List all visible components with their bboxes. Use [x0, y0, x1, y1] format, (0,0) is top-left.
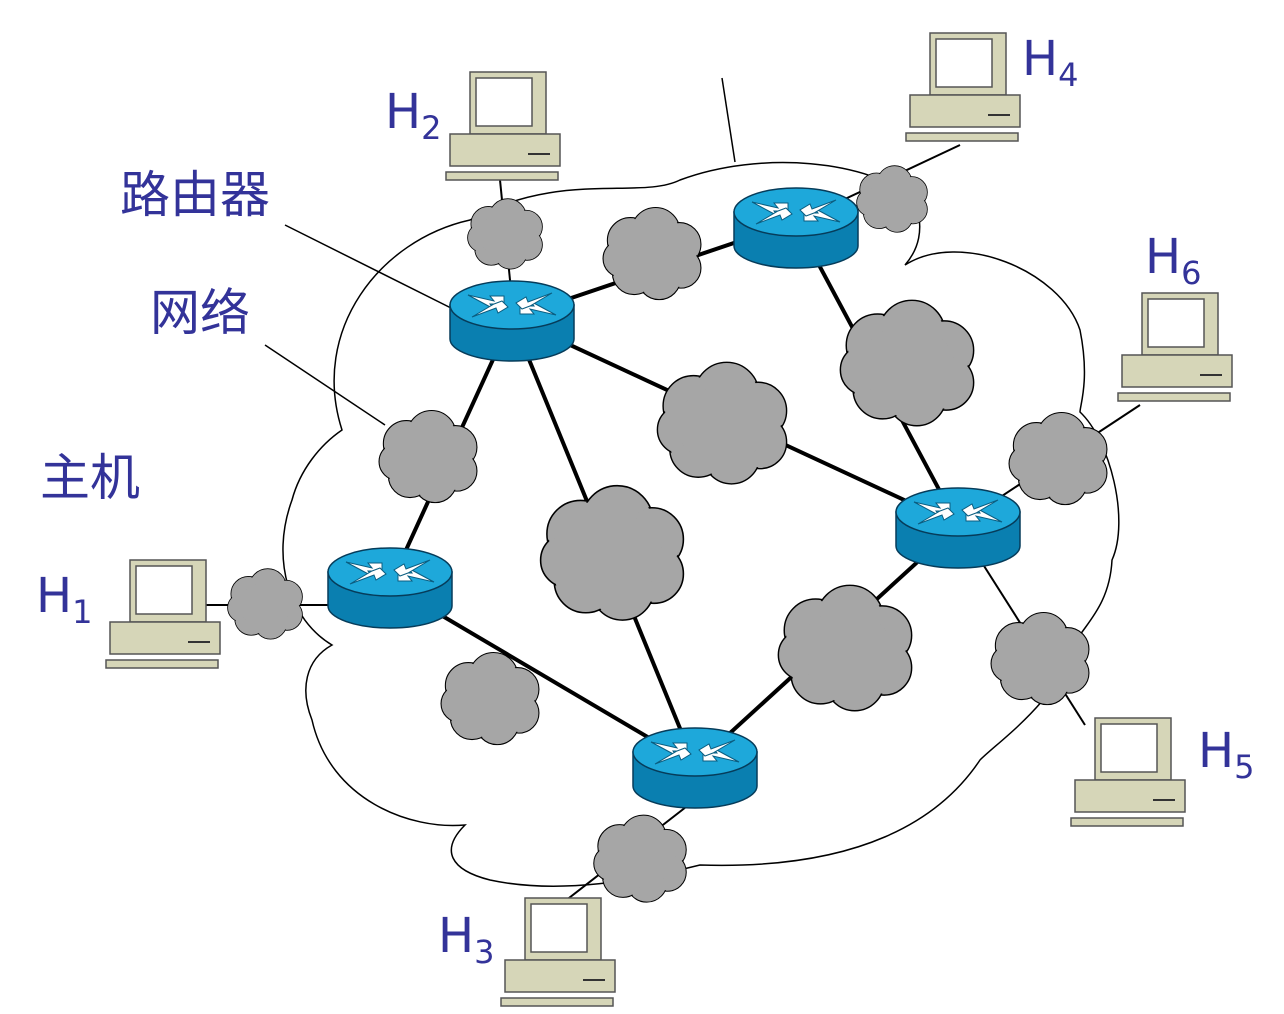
top-leader-line	[721, 77, 736, 163]
router-icon-4	[895, 487, 1021, 569]
desktop-computer-icon-h3	[500, 897, 616, 1007]
host-label-h1: H1	[36, 568, 93, 632]
network-cloud-13	[593, 814, 687, 903]
network-label: 网络	[150, 284, 250, 342]
network-cloud-11	[990, 611, 1090, 706]
network-cloud-1	[467, 198, 543, 270]
router-label: 路由器	[120, 166, 270, 224]
desktop-computer-icon-h4	[905, 32, 1021, 142]
network-cloud-10	[777, 584, 913, 712]
network-diagram	[105, 32, 1233, 1007]
host-label: 主机	[40, 449, 140, 507]
host-label-h6: H6	[1145, 229, 1202, 293]
network-cloud-8	[227, 568, 303, 640]
network-cloud-3	[856, 165, 928, 233]
host-label-h3: H3	[438, 908, 495, 972]
host-label-h4: H4	[1022, 31, 1079, 95]
desktop-computer-icon-h2	[445, 71, 561, 181]
desktop-computer-icon-h1	[105, 559, 221, 669]
network-cloud-9	[539, 484, 685, 621]
network-cloud-2	[602, 206, 702, 301]
network-cloud-5	[656, 361, 788, 485]
host-label-h5: H5	[1198, 723, 1255, 787]
network-cloud-6	[839, 299, 975, 427]
network-leader-line	[264, 344, 386, 426]
router-leader-line	[284, 224, 466, 316]
desktop-computer-icon-h6	[1117, 292, 1233, 402]
router-icon-1	[449, 280, 575, 362]
router-icon-2	[733, 187, 859, 269]
host-label-h2: H2	[385, 84, 442, 148]
desktop-computer-icon-h5	[1070, 717, 1186, 827]
router-icon-5	[632, 727, 758, 809]
router-icon-3	[327, 547, 453, 629]
